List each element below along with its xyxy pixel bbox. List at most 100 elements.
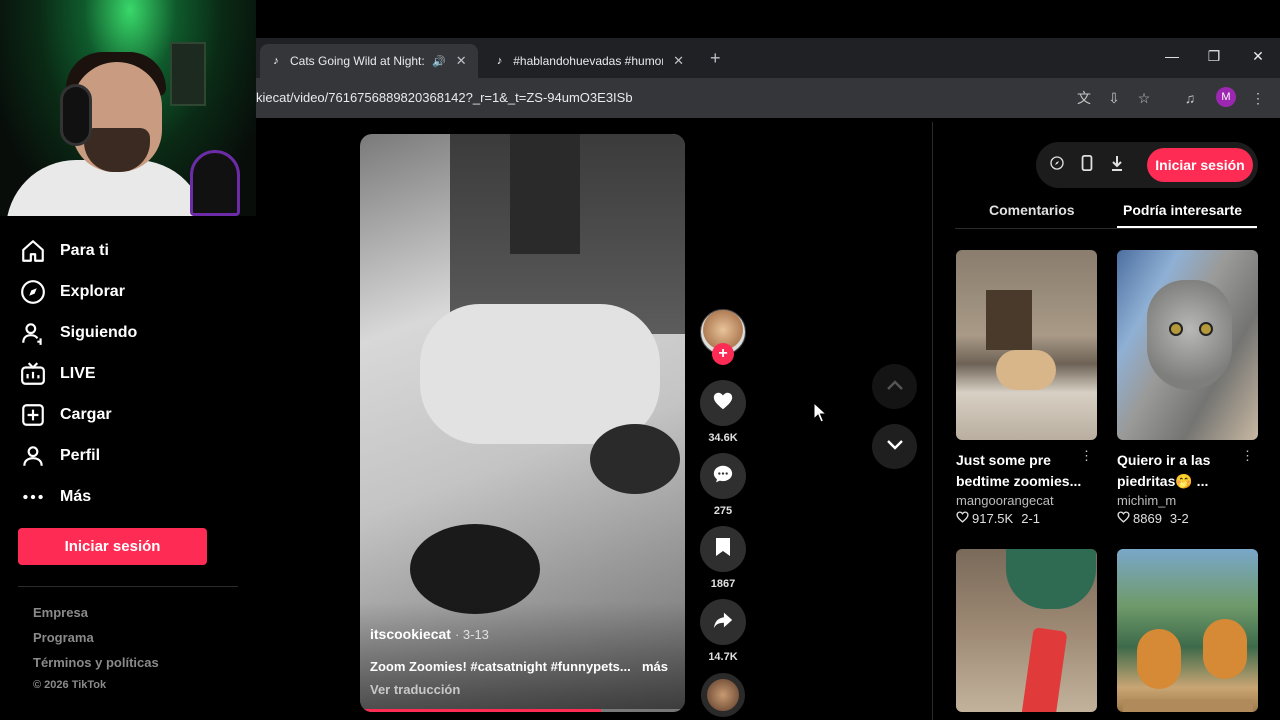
card-stats: 917.5K 2-1 xyxy=(956,511,1097,526)
like-button[interactable] xyxy=(700,380,746,426)
close-tab-icon[interactable]: ✕ xyxy=(456,53,467,69)
footer-link-terminos[interactable]: Términos y políticas xyxy=(33,655,159,670)
footer-link-programa[interactable]: Programa xyxy=(33,630,94,645)
comment-button[interactable] xyxy=(700,453,746,499)
header-login-button[interactable]: Iniciar sesión xyxy=(1147,148,1253,182)
tiktok-favicon-icon: ♪ xyxy=(496,55,503,67)
more-link[interactable]: más xyxy=(642,659,668,674)
video-thumbnail[interactable] xyxy=(1117,549,1258,712)
bookmark-star-icon[interactable]: ☆ xyxy=(1134,88,1154,108)
close-tab-icon[interactable]: ✕ xyxy=(673,53,684,69)
video-author-name[interactable]: itscookiecat xyxy=(370,626,451,642)
tab-title: Cats Going Wild at Night: T xyxy=(290,54,426,68)
sidebar-login-button[interactable]: Iniciar sesión xyxy=(18,528,207,565)
sidebar-item-mas[interactable]: Más xyxy=(18,476,238,517)
video-frame-shadow xyxy=(590,424,680,494)
card-title[interactable]: Quiero ir a las piedritas🤭 ... xyxy=(1117,450,1247,492)
compass-icon xyxy=(18,277,48,307)
divider xyxy=(18,586,238,587)
tab-active-indicator xyxy=(1117,226,1257,228)
video-progress-bar[interactable] xyxy=(360,709,685,712)
microphone xyxy=(190,150,240,216)
more-icon xyxy=(18,482,48,512)
thumbnail-shape xyxy=(1203,619,1247,679)
browser-tab-bar: ♪ Cats Going Wild at Night: T 🔊 ✕ ♪ #hab… xyxy=(256,38,1280,78)
minimize-icon[interactable]: — xyxy=(1162,48,1182,64)
browser-tab[interactable]: ♪ #hablandohuevadas #humor | I ✕ xyxy=(484,44,694,78)
comment-icon xyxy=(712,463,734,490)
video-thumbnail[interactable] xyxy=(956,549,1097,712)
webcam-overlay xyxy=(0,0,256,216)
thumbnail-shape xyxy=(996,350,1056,390)
sidebar-item-label: Para ti xyxy=(60,241,109,259)
footer-link-empresa[interactable]: Empresa xyxy=(33,605,88,620)
new-tab-icon[interactable]: + xyxy=(710,48,721,69)
close-window-icon[interactable]: ✕ xyxy=(1248,48,1268,65)
video-author[interactable]: itscookiecat · 3-13 xyxy=(370,626,489,642)
card-author[interactable]: michim_m xyxy=(1117,493,1258,508)
sidebar-item-label: Cargar xyxy=(60,405,112,423)
save-button[interactable] xyxy=(700,526,746,572)
recommended-video-card[interactable]: Quiero ir a las piedritas🤭 ... ⋮ michim_… xyxy=(1117,250,1258,526)
browser-menu-icon[interactable]: ⋮ xyxy=(1248,88,1268,108)
mouse-cursor-icon xyxy=(813,401,828,429)
sidebar-item-live[interactable]: LIVE xyxy=(18,353,238,394)
sidebar-item-label: LIVE xyxy=(60,364,96,382)
card-author[interactable]: mangoorangecat xyxy=(956,493,1097,508)
sidebar-nav: Para ti Explorar Siguiendo LIVE Cargar P… xyxy=(18,230,238,517)
restore-icon[interactable]: ❐ xyxy=(1204,48,1224,65)
recommended-video-card[interactable]: Just some pre bedtime zoomies... ⋮ mango… xyxy=(956,250,1097,526)
live-icon xyxy=(18,359,48,389)
sidebar-item-explorar[interactable]: Explorar xyxy=(18,271,238,312)
thumbnail-shape xyxy=(1147,280,1232,390)
follow-plus-icon[interactable]: + xyxy=(712,343,734,365)
thumbnail-shape xyxy=(1018,627,1068,712)
card-date: 3-2 xyxy=(1169,511,1189,526)
video-thumbnail[interactable] xyxy=(956,250,1097,440)
tab-comentarios[interactable]: Comentarios xyxy=(989,202,1075,218)
translate-icon[interactable]: 文 xyxy=(1074,88,1094,108)
address-bar: kiecat/video/7616756889820368142?_r=1&_t… xyxy=(256,78,1280,118)
card-title[interactable]: Just some pre bedtime zoomies... xyxy=(956,450,1086,492)
profile-avatar[interactable]: M xyxy=(1216,87,1236,107)
speaker-icon[interactable]: 🔊 xyxy=(432,55,446,68)
top-toolbar: Iniciar sesión xyxy=(1036,142,1258,188)
music-disc-icon[interactable] xyxy=(701,673,745,717)
sidebar-item-siguiendo[interactable]: Siguiendo xyxy=(18,312,238,353)
tiktok-favicon-icon: ♪ xyxy=(273,55,279,67)
chevron-down-icon xyxy=(886,438,904,456)
comment-count: 275 xyxy=(713,505,733,517)
thumbnail-shape xyxy=(1199,322,1213,336)
thumbnail-shape xyxy=(986,290,1032,350)
share-button[interactable] xyxy=(700,599,746,645)
heart-icon xyxy=(712,390,734,417)
thumbnail-shape xyxy=(1137,629,1181,689)
profile-icon xyxy=(18,441,48,471)
previous-video-button[interactable] xyxy=(872,364,917,409)
next-video-button[interactable] xyxy=(872,424,917,469)
recommended-video-card[interactable] xyxy=(956,549,1097,712)
share-icon xyxy=(712,609,734,636)
tab-podria-interesarte[interactable]: Podría interesarte xyxy=(1123,202,1242,218)
card-likes: 917.5K xyxy=(972,511,1014,526)
card-menu-icon[interactable]: ⋮ xyxy=(1080,448,1093,464)
sidebar-item-cargar[interactable]: Cargar xyxy=(18,394,238,435)
explore-icon[interactable] xyxy=(1047,155,1067,175)
url-field[interactable]: kiecat/video/7616756889820368142?_r=1&_t… xyxy=(256,90,633,105)
recommended-video-card[interactable] xyxy=(1117,549,1258,712)
media-controls-icon[interactable]: ♫ xyxy=(1180,88,1200,108)
video-description: Zoom Zoomies! #catsatnight #funnypets... xyxy=(370,659,631,674)
video-player[interactable]: itscookiecat · 3-13 Zoom Zoomies! #catsat… xyxy=(360,134,685,712)
install-app-icon[interactable]: ⇩ xyxy=(1104,88,1124,108)
download-icon[interactable] xyxy=(1107,155,1127,175)
phone-icon[interactable] xyxy=(1077,155,1097,175)
sidebar-item-label: Explorar xyxy=(60,282,125,300)
browser-tab-active[interactable]: ♪ Cats Going Wild at Night: T 🔊 ✕ xyxy=(260,44,478,78)
sidebar-item-para-ti[interactable]: Para ti xyxy=(18,230,238,271)
video-frame-pillow xyxy=(420,304,660,444)
sidebar-item-perfil[interactable]: Perfil xyxy=(18,435,238,476)
video-thumbnail[interactable] xyxy=(1117,250,1258,440)
thumbnail-shape xyxy=(1123,699,1253,712)
translate-link[interactable]: Ver traducción xyxy=(370,682,460,697)
card-menu-icon[interactable]: ⋮ xyxy=(1241,448,1254,464)
